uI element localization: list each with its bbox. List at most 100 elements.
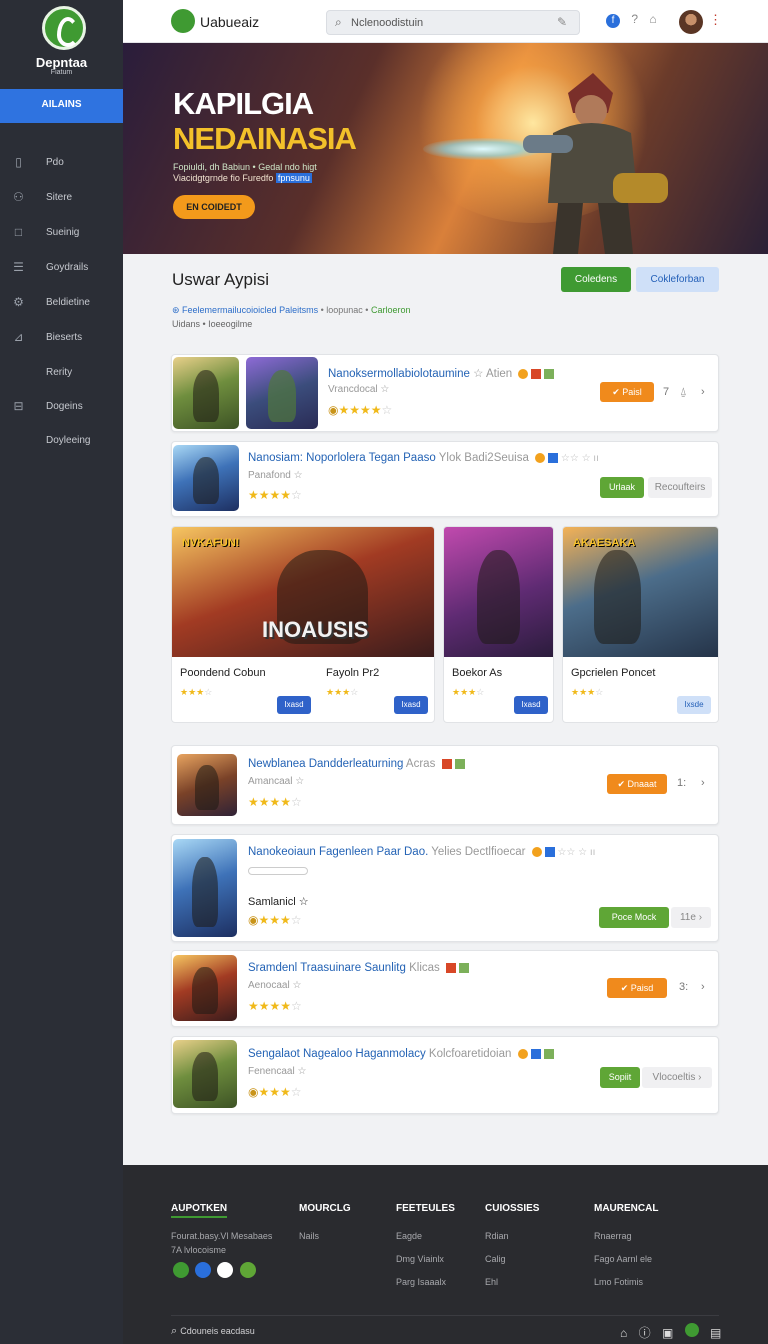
filter-blue-button[interactable]: Cokleforban: [636, 267, 719, 292]
edit-icon[interactable]: ✎: [557, 15, 567, 29]
hero-cta-button[interactable]: EN COIDEDT: [173, 195, 255, 219]
game-thumbnail[interactable]: [173, 357, 239, 429]
square-icon: □: [14, 225, 23, 239]
info-icon[interactable]: ⓘ: [639, 1324, 651, 1341]
game-title[interactable]: Sengalaot Nagealoo Haganmolacy Kolcfoare…: [248, 1048, 554, 1060]
home-icon[interactable]: ⌂: [620, 1326, 627, 1340]
game-thumbnail[interactable]: [177, 754, 237, 816]
install-button[interactable]: Ixasd: [277, 696, 311, 714]
secondary-action-button[interactable]: Recoufteirs: [648, 477, 712, 498]
game-title[interactable]: Newblanea Dandderleaturning Acras: [248, 758, 465, 770]
count-label: 11e: [679, 912, 696, 923]
gear-icon: ⚙: [13, 295, 24, 309]
game-thumbnail[interactable]: [173, 1040, 237, 1108]
social-app-icon[interactable]: [217, 1262, 233, 1278]
footer-link[interactable]: Calig: [485, 1254, 506, 1264]
game-thumbnail[interactable]: [246, 357, 318, 429]
list-item[interactable]: Sramdenl Traasuinare Saunlitg Klicas Aen…: [171, 950, 719, 1027]
secondary-action-button[interactable]: Vlocoeltis ›: [642, 1067, 712, 1088]
more-menu-icon[interactable]: ⋮: [709, 12, 722, 28]
game-thumbnail[interactable]: [173, 955, 237, 1021]
sidebar-item-dogeins[interactable]: ⊟ Dogeins: [0, 396, 123, 418]
footer-link[interactable]: Lmo Fotimis: [594, 1277, 643, 1287]
featured-game-card[interactable]: Boekor As ★★★☆ Ixasd: [443, 526, 554, 723]
primary-action-button[interactable]: Urlaak: [600, 477, 644, 498]
help-icon[interactable]: ?: [631, 12, 638, 26]
install-button[interactable]: Ixasd: [394, 696, 428, 714]
primary-action-button[interactable]: ✔ Dnaaat: [607, 774, 667, 794]
secondary-action-button[interactable]: 11e ›: [671, 907, 711, 928]
window-icon[interactable]: ▣: [662, 1326, 673, 1340]
facebook-icon[interactable]: f: [606, 14, 620, 28]
list-item[interactable]: Nanokeoiaun Fagenleen Paar Dao. Yelies D…: [171, 834, 719, 942]
coin-icon: [531, 846, 542, 857]
primary-action-button[interactable]: ✔ Paisl: [600, 382, 654, 402]
meta-link[interactable]: Feelemermailucoioicled Paleitsms: [182, 305, 318, 315]
footer-icons: ⌂ ⓘ ▣ ▤: [620, 1323, 729, 1341]
list-item[interactable]: Nanosiam: Noporlolera Tegan Paaso Ylok B…: [171, 441, 719, 517]
hero-description-2: Viacidgtgrnde fio Furedfo fpnsunu: [173, 173, 312, 183]
install-button[interactable]: Ixasd: [514, 696, 548, 714]
social-leaf-icon[interactable]: [173, 1262, 189, 1278]
footer-link[interactable]: Nails: [299, 1231, 319, 1241]
footer-link[interactable]: Rnaerrag: [594, 1231, 632, 1241]
sidebar-item-beldietine[interactable]: ⚙ Beldietine: [0, 292, 123, 314]
game-title[interactable]: Sramdenl Traasuinare Saunlitg Klicas: [248, 962, 469, 974]
brand-subtitle: Fiatum: [50, 69, 73, 76]
hero-description-link[interactable]: fpnsunu: [275, 173, 312, 183]
status-green-icon[interactable]: [684, 1323, 699, 1337]
game-title[interactable]: Nanoksermollabiolotaumine ☆ Atien: [328, 366, 555, 380]
topbar-logo[interactable]: [171, 9, 195, 33]
game-artwork: [444, 527, 553, 657]
hero-character-illustration: [523, 73, 668, 254]
chevron-right-icon[interactable]: ›: [701, 981, 705, 993]
sidebar-item-doyleeing[interactable]: Doyleeing: [0, 430, 123, 452]
primary-action-button[interactable]: Sopiit: [600, 1067, 640, 1088]
hero-title-line1: KAPILGIA: [173, 86, 314, 121]
sidebar-item-bieserts[interactable]: ⊿ Bieserts: [0, 327, 123, 349]
social-check-icon[interactable]: [240, 1262, 256, 1278]
topbar: Uabueaiz ⌕ Nclenoodistuin ✎ f ? ⌂ ⋮: [123, 0, 768, 43]
game-title-text: Sramdenl Traasuinare Saunlitg: [248, 962, 406, 974]
footer-link[interactable]: Rdian: [485, 1231, 509, 1241]
app-logo[interactable]: [42, 6, 86, 50]
chevron-right-icon[interactable]: ›: [701, 777, 705, 789]
social-facebook-icon[interactable]: [195, 1262, 211, 1278]
featured-game-card[interactable]: NVKAFUN! INOAUSIS Poondend Cobun ★★★☆ Ix…: [171, 526, 435, 723]
list-icon: ☰: [13, 260, 24, 274]
sidebar-active-item[interactable]: AILAINS: [0, 89, 123, 123]
game-title[interactable]: Nanokeoiaun Fagenleen Paar Dao. Yelies D…: [248, 846, 595, 858]
game-thumbnail[interactable]: [173, 445, 239, 511]
game-thumbnail[interactable]: [173, 839, 237, 937]
footer-link[interactable]: Fago Aarnl ele: [594, 1254, 652, 1264]
chat-icon[interactable]: ▤: [710, 1326, 721, 1340]
sidebar-item-sitere[interactable]: ⚇ Sitere: [0, 187, 123, 209]
list-item[interactable]: Nanoksermollabiolotaumine ☆ Atien Vrancd…: [171, 354, 719, 432]
footer-link[interactable]: Eagde: [396, 1231, 422, 1241]
list-item[interactable]: Sengalaot Nagealoo Haganmolacy Kolcfoare…: [171, 1036, 719, 1114]
rating-stars: ★★★★☆: [248, 795, 302, 809]
install-button[interactable]: Ixsde: [677, 696, 711, 714]
list-item[interactable]: Newblanea Dandderleaturning Acras Amanca…: [171, 745, 719, 825]
avatar[interactable]: [679, 10, 703, 34]
game-title[interactable]: Nanosiam: Noporlolera Tegan Paaso Ylok B…: [248, 452, 599, 464]
notification-icon[interactable]: ⌂: [649, 12, 656, 26]
footer-search[interactable]: ⌕ Cdouneis eacdasu: [171, 1325, 255, 1338]
primary-action-button[interactable]: Poce Mock: [599, 907, 669, 928]
sidebar-item-pdo[interactable]: ▯ Pdo: [0, 152, 123, 174]
filter-green-button[interactable]: Coledens: [561, 267, 631, 292]
chevron-right-icon[interactable]: ›: [701, 386, 705, 398]
footer-link[interactable]: Ehl: [485, 1277, 498, 1287]
sidebar-item-sueinig[interactable]: □ Sueinig: [0, 222, 123, 244]
sidebar-item-rerity[interactable]: Rerity: [0, 362, 123, 384]
rating-stars: ◉★★★☆: [248, 1085, 302, 1099]
footer-link[interactable]: Dmg Viainlx: [396, 1254, 444, 1264]
more-icon[interactable]: ⍙: [680, 386, 687, 399]
footer-link[interactable]: Parg Isaaalx: [396, 1277, 446, 1287]
search-input[interactable]: ⌕ Nclenoodistuin ✎: [326, 10, 580, 35]
grid-icon: ▯: [15, 155, 22, 169]
rating-stars: ◉★★★★☆: [328, 403, 393, 417]
sidebar-item-goydrails[interactable]: ☰ Goydrails: [0, 257, 123, 279]
featured-game-card[interactable]: AKAESAKA Gpcrielen Poncet ★★★☆ Ixsde: [562, 526, 719, 723]
primary-action-button[interactable]: ✔ Paisd: [607, 978, 667, 998]
